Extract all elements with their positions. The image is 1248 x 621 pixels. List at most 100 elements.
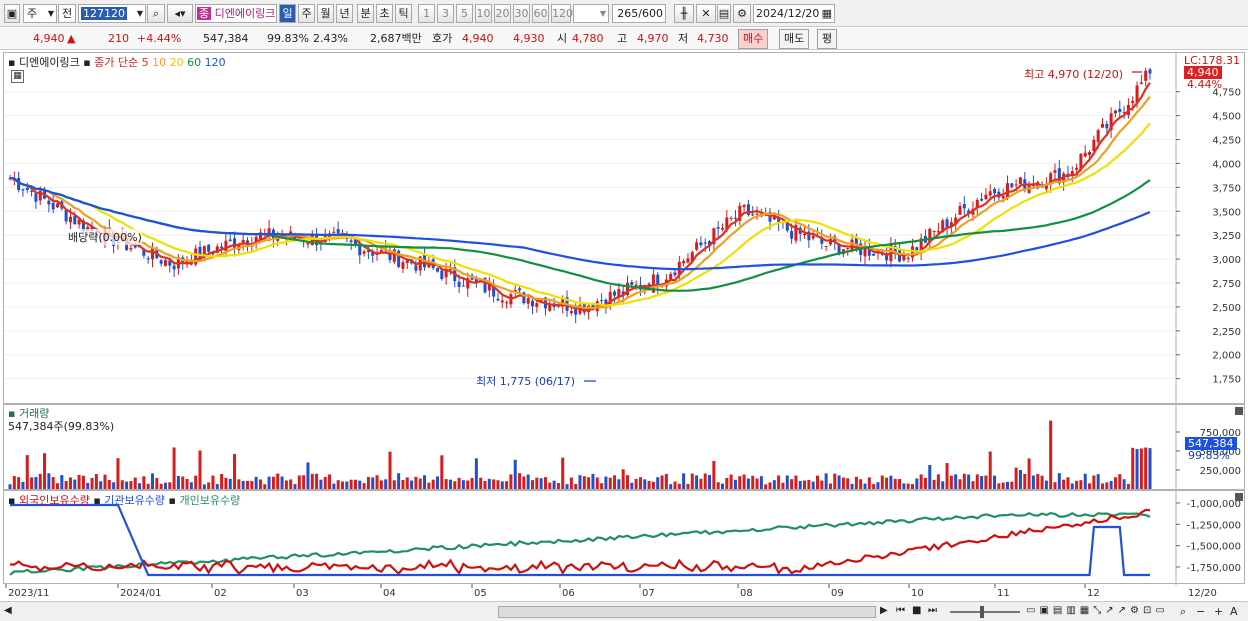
volume-bar [319,479,323,489]
table-icon[interactable]: ▦ [11,70,24,83]
interval-select[interactable]: ▼ [573,4,609,23]
buy-button[interactable]: 매수 [738,29,769,49]
holder-pane[interactable]: -1,000,000 -1,250,000 -1,500,000 -1,750,000… [3,490,1245,585]
code-input[interactable]: 127120 ▼ [78,4,146,23]
interval-10[interactable]: 10 [475,4,492,23]
volume-bar [323,476,327,489]
candle-body [1139,82,1143,84]
volume-bar [1135,449,1139,489]
volume-bar [138,483,142,489]
volume-bar [535,477,539,489]
candle-body [716,227,720,229]
zoom-slider-handle[interactable] [980,606,984,618]
high-note: 최고 4,970 (12/20) [1024,68,1124,81]
candle-body [824,245,828,247]
volume-bar [1109,481,1113,489]
volume-bar [626,475,629,489]
crosshair-icon[interactable]: ✕ [696,4,716,23]
sell-button[interactable]: 매도 [779,29,810,49]
volume-bar [543,477,547,489]
plus-icon[interactable]: + [1214,605,1223,618]
volume-bar [962,473,966,489]
candle-body [496,298,500,301]
volume-bar [600,483,604,489]
volume-bar [893,478,897,489]
zoom-out-icon[interactable]: ⌕ [1180,605,1186,619]
y-tick-label: 4,000 [1212,159,1241,170]
minus-icon[interactable]: − [1196,605,1205,618]
scrollbar-thumb[interactable] [498,606,876,618]
speaker-icon[interactable]: ◂▾ [167,4,193,23]
interval-120[interactable]: 120 [551,4,573,23]
volume-bar [1040,475,1044,489]
pane-close-icon[interactable] [1235,407,1243,415]
volume-bar [328,474,332,489]
volume-bar [522,476,526,489]
volume-bar [116,458,120,489]
market-select[interactable]: 주 ▼ [23,4,57,23]
volume-bar [949,475,953,489]
candle-body [695,242,699,250]
volume-bar [297,475,301,489]
volume-bar [997,483,1001,489]
period-tick[interactable]: 틱 [395,4,412,23]
volume-bar [647,480,651,489]
scroll-left-icon[interactable]: ◀ [4,605,12,616]
interval-3[interactable]: 3 [437,4,454,23]
last-icon[interactable]: ⏭ [928,605,937,616]
period-week[interactable]: 주 [298,4,315,23]
tool-icons[interactable]: ▭▣▤▥▦⤡↗↗⚙⊡▭ [1026,605,1169,616]
first-icon[interactable]: ⏮ [896,605,905,616]
period-day[interactable]: 일 [279,4,296,23]
scroll-right-icon[interactable]: ▶ [880,605,888,616]
layout-icon[interactable]: ▣ [4,4,20,23]
volume-bar [742,474,746,489]
interval-1[interactable]: 1 [418,4,435,23]
volume-bar [518,473,522,489]
interval-30[interactable]: 30 [513,4,530,23]
volume-bar [880,475,884,489]
volume-bar [617,479,621,489]
ask-price: 4,940 [462,32,494,45]
volume-bar [487,478,491,489]
interval-60[interactable]: 60 [532,4,549,23]
period-second[interactable]: 초 [376,4,393,23]
candle-body [1113,110,1117,114]
stop-icon[interactable]: ■ [912,605,921,616]
eval-button[interactable]: 평 [817,29,838,49]
candle-body [906,257,910,259]
zoom-slider[interactable] [950,611,1020,613]
period-year[interactable]: 년 [336,4,353,23]
candle-body [932,230,936,232]
bid-label: 호가 [432,32,453,45]
prev-button[interactable]: 전 [58,4,76,23]
font-icon[interactable]: A [1230,605,1238,618]
count-input[interactable]: 265/600 [612,4,666,23]
volume-bar [418,478,422,489]
interval-20[interactable]: 20 [494,4,511,23]
period-month[interactable]: 월 [317,4,334,23]
volume-bar [198,450,202,489]
candle-icon[interactable]: ╫ [674,4,694,23]
stock-tag: 종 [197,7,212,20]
volume-bar [86,482,90,489]
volume-bar [414,476,418,489]
volume-bar [682,473,686,489]
date-input[interactable]: 2024/12/20 ▦ [753,4,835,23]
gear-icon[interactable]: ⚙ [733,4,751,23]
interval-5[interactable]: 5 [456,4,473,23]
volume-bar [379,480,383,489]
stock-name-field[interactable]: 종 디엔에이링크 [195,4,277,23]
period-minute[interactable]: 분 [357,4,374,23]
pane-close-icon[interactable] [1235,493,1243,501]
price-pane[interactable]: 4,750 4,500 4,250 4,000 3,750 3,500 3,250 3,000… [3,52,1245,405]
volume-bar [120,480,124,489]
volume-bar [448,479,452,489]
candle-body [1083,152,1087,157]
save-icon[interactable]: ▤ [717,4,731,23]
volume-pane[interactable]: 750,000 500,000 250,000 ▪ 거래량 547,384주(99.… [3,404,1245,491]
candle-body [535,303,539,308]
volume-bar [1014,467,1018,489]
search-icon[interactable]: ⌕ [147,4,165,23]
y-tick-label: -1,250,000 [1186,520,1241,531]
